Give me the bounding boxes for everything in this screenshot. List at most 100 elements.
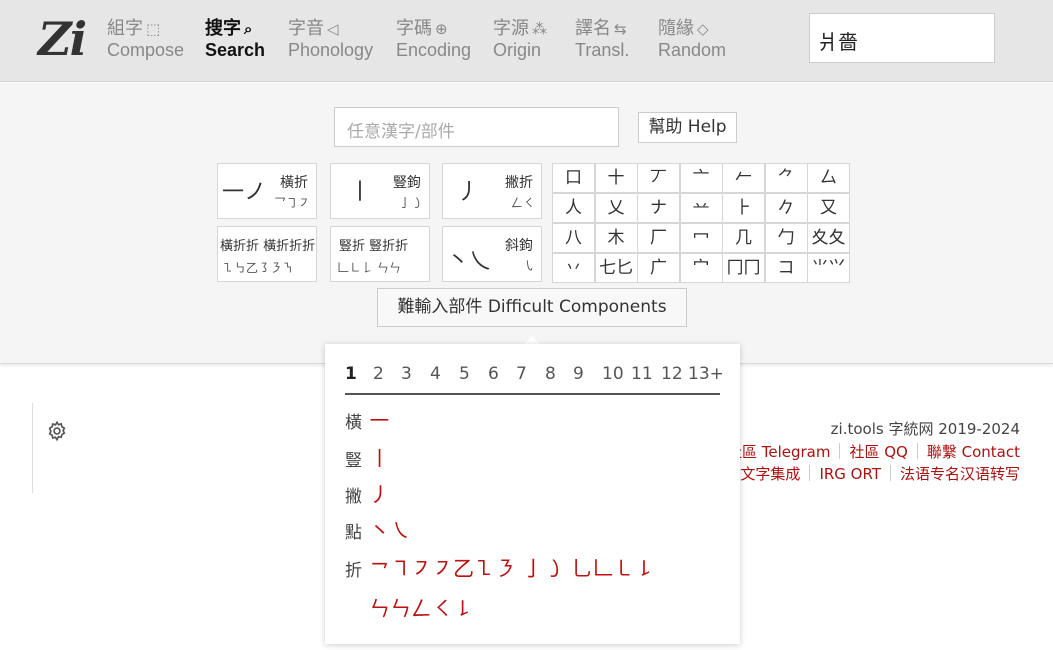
nav-random-zh: 隨緣 (658, 18, 694, 39)
nav-translation[interactable]: 譯名 ⇆ Transl. (575, 14, 629, 61)
component-cell[interactable]: 丷 (552, 253, 595, 283)
stroke-box-pie-zhe[interactable]: 丿 撇折 𠃋㇛ (442, 163, 542, 219)
component-cell[interactable]: 厶 (807, 163, 850, 193)
nav-translation-zh: 譯名 (575, 18, 611, 39)
hierarchy-icon: ⁂ (532, 20, 547, 38)
link-telegram[interactable]: 社區 Telegram (727, 443, 831, 461)
stroke-count-tab[interactable]: 12 (661, 364, 683, 384)
swap-icon: ⇆ (614, 20, 627, 38)
component-cell[interactable]: ⺈ (764, 163, 808, 193)
stroke-box-glyph: 丿 (457, 180, 480, 205)
stroke-count-tab[interactable]: 2 (373, 364, 384, 384)
stroke-box-label: 撇折 (505, 175, 533, 191)
stroke-box-shu-zhe[interactable]: 豎折 豎折折 𠃊㇗𠄌 ㄣㄣ (330, 226, 430, 282)
stroke-count-tab[interactable]: 4 (430, 364, 441, 384)
component-cell[interactable]: 八 (552, 223, 595, 253)
stroke-box-variants: ㇂ (522, 259, 535, 273)
component-cell[interactable]: 宀 (679, 253, 723, 283)
divider (32, 403, 33, 493)
header-query-input[interactable]: 爿嗇 (809, 13, 995, 63)
component-cell[interactable]: 又 (807, 193, 850, 223)
stroke-box-glyph: 丶乀 (447, 249, 492, 274)
stroke-count-tab[interactable]: 1 (345, 364, 357, 384)
stroke-box-glyph: 一ノ (222, 180, 267, 205)
nav-phonology[interactable]: 字音 ◁ Phonology (288, 14, 373, 61)
stroke-box-glyph: 丨 (349, 180, 372, 205)
component-cell[interactable]: ⺌⺍ (807, 253, 850, 283)
difficult-components-popup: 1 2 3 4 5 6 7 8 9 10 11 12 13+ 橫㇐豎㇑撇㇓點㇔㇏折㇖㇕㇇㇇乙㇅㇋ 亅㇁ 乚… (325, 344, 740, 644)
stroke-box-variants: ㇅㇉乙㇌㇋㇎ (222, 261, 295, 275)
stroke-count-tab[interactable]: 5 (459, 364, 470, 384)
site-logo[interactable]: Zi (38, 12, 87, 66)
component-cell[interactable]: 勹 (764, 223, 808, 253)
stroke-glyph-list[interactable]: ㇓ (369, 479, 390, 509)
stroke-count-tab[interactable]: 8 (545, 364, 556, 384)
stroke-glyph-list[interactable]: ㇐ (369, 405, 390, 435)
stroke-box-shu-gou[interactable]: 丨 豎鉤 亅㇁ (330, 163, 430, 219)
component-cell[interactable]: 十 (594, 163, 638, 193)
stroke-count-tab[interactable]: 3 (401, 364, 412, 384)
link-french-transcription[interactable]: 法语专名汉语转写 (900, 465, 1020, 483)
stroke-box-heng-zhe[interactable]: 一ノ 橫折 乛㇆㇇ (217, 163, 317, 219)
component-cell[interactable]: 𠂊 (764, 193, 808, 223)
stroke-box-variants: 𠃋㇛ (510, 196, 535, 210)
nav-encoding-en: Encoding (396, 40, 472, 60)
component-cell[interactable]: 木 (594, 223, 638, 253)
nav-search[interactable]: 搜字 ⌕ Search (205, 14, 265, 61)
top-header: Zi 組字 ⬚ Compose 搜字 ⌕ Search 字音 ◁ Phonology … (0, 0, 1053, 82)
component-cell[interactable]: 七匕 (594, 253, 638, 283)
stroke-glyph-list[interactable]: ㇔㇏ (369, 515, 411, 545)
stroke-count-tab[interactable]: 11 (631, 364, 653, 384)
separator (889, 465, 891, 481)
link-qq[interactable]: 社區 QQ (849, 443, 907, 461)
nav-compose-en: Compose (107, 40, 185, 60)
stroke-glyph-list[interactable]: ㇑ (369, 443, 390, 473)
link-contact[interactable]: 聯繫 Contact (927, 443, 1020, 461)
stroke-box-xie-gou[interactable]: 丶乀 斜鉤 ㇂ (442, 226, 542, 282)
component-cell[interactable]: 口 (552, 163, 595, 193)
stroke-category-label: 點 (345, 523, 362, 543)
nav-encoding[interactable]: 字碼 ⊕ Encoding (396, 14, 471, 61)
component-cell[interactable]: 冖 (679, 223, 723, 253)
stroke-glyph-list[interactable]: ㇖㇕㇇㇇乙㇅㇋ 亅㇁ 乚𠃊㇄㇙ (369, 553, 655, 583)
component-cell[interactable]: 厂 (637, 223, 680, 253)
separator (916, 443, 918, 459)
component-cell[interactable]: 𠂉 (722, 163, 765, 193)
component-cell[interactable]: 亠 (679, 163, 723, 193)
component-cell[interactable]: コ (764, 253, 808, 283)
component-cell[interactable]: 夊夂 (807, 223, 850, 253)
component-cell[interactable]: 几 (722, 223, 765, 253)
stroke-count-tab[interactable]: 9 (573, 364, 584, 384)
gear-icon[interactable] (46, 420, 68, 442)
nav-translation-en: Transl. (575, 40, 630, 60)
component-cell[interactable]: ⺊ (722, 193, 765, 223)
component-cell[interactable]: 冂冂 (722, 253, 765, 283)
component-cell[interactable]: 乂 (594, 193, 638, 223)
link-irg-ort[interactable]: IRG ORT (819, 465, 881, 483)
component-cell[interactable]: ナ (637, 193, 680, 223)
difficult-components-button[interactable]: 難輸入部件 Difficult Components (377, 288, 687, 327)
nav-random[interactable]: 隨緣 ◇ Random (658, 14, 726, 61)
nav-encoding-zh: 字碼 (396, 18, 432, 39)
nav-origin[interactable]: 字源 ⁂ Origin (493, 14, 547, 61)
component-search-input[interactable]: 任意漢字/部件 (334, 107, 619, 147)
stroke-box-label: 斜鉤 (505, 238, 533, 254)
component-cell[interactable]: 人 (552, 193, 595, 223)
stroke-category-label: 豎 (345, 451, 362, 471)
stroke-count-tab[interactable]: 6 (488, 364, 499, 384)
component-cell[interactable]: 丆 (637, 163, 680, 193)
help-button[interactable]: 幫助 Help (638, 112, 737, 143)
stroke-count-tab[interactable]: 10 (602, 364, 624, 384)
link-wenzi-jicheng[interactable]: 文字集成 (740, 465, 800, 483)
separator (809, 465, 811, 481)
speaker-icon: ◁ (327, 20, 339, 38)
stroke-box-heng-zhe-zhe[interactable]: 橫折折 橫折折折 ㇅㇉乙㇌㇋㇎ (217, 226, 317, 282)
component-cell[interactable]: 䒑 (679, 193, 723, 223)
stroke-count-tab[interactable]: 7 (516, 364, 527, 384)
nav-compose[interactable]: 組字 ⬚ Compose (107, 14, 184, 61)
stroke-glyph-list[interactable]: ㄣㄣ𠃋㇛㇙ (369, 593, 474, 623)
nav-phonology-en: Phonology (288, 40, 374, 60)
stroke-count-tab[interactable]: 13+ (688, 364, 724, 384)
component-cell[interactable]: 广 (637, 253, 680, 283)
nav-search-zh: 搜字 (205, 18, 241, 39)
